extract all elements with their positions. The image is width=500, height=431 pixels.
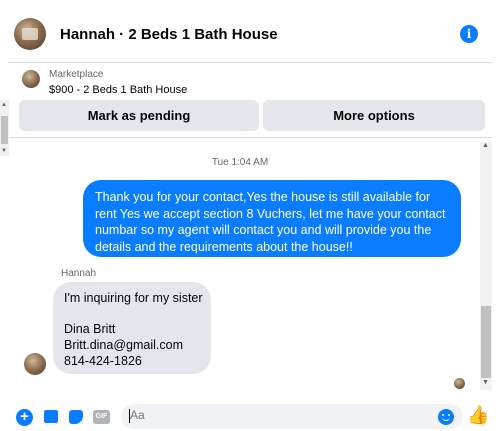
sender-avatar[interactable] [24,353,46,375]
message-line: Dina Britt [64,322,116,336]
page-scrollbar-thumb[interactable] [1,116,8,144]
scroll-up-arrow-icon[interactable]: ▲ [1,102,7,108]
message-scrollbar-thumb[interactable] [481,306,491,378]
info-icon[interactable]: i [460,25,478,43]
gif-icon[interactable]: GIF [93,410,110,424]
plus-icon[interactable]: + [16,409,33,426]
message-line: 814-424-1826 [64,354,142,368]
read-receipt-avatar [454,378,465,389]
mark-as-pending-button[interactable]: Mark as pending [19,100,259,131]
listing-thumbnail[interactable] [22,70,40,88]
conversation-title[interactable]: Hannah · 2 Beds 1 Bath House [60,26,278,43]
more-options-button[interactable]: More options [263,100,485,131]
scroll-down-arrow-icon[interactable]: ▼ [1,148,7,154]
marketplace-divider [8,137,492,138]
incoming-message-bubble[interactable]: I'm inquiring for my sister Dina Britt B… [53,282,211,374]
message-scroll-down-icon[interactable]: ▼ [482,379,489,386]
listing-title[interactable]: $900 - 2 Beds 1 Bath House [49,84,187,96]
message-line: I'm inquiring for my sister [64,291,203,305]
message-line: Britt.dina@gmail.com [64,338,183,352]
emoji-icon[interactable] [438,409,454,425]
message-input[interactable] [130,408,410,422]
message-scroll-up-icon[interactable]: ▲ [482,142,489,149]
sticker-icon[interactable] [69,410,83,424]
text-caret [129,409,130,423]
contact-avatar[interactable] [14,18,46,50]
outgoing-message-bubble[interactable]: Thank you for your contact,Yes the house… [83,180,461,257]
marketplace-label: Marketplace [49,69,104,80]
image-icon[interactable] [44,410,58,423]
header-divider [8,62,492,63]
message-timestamp: Tue 1:04 AM [211,157,269,168]
sender-name: Hannah [61,268,97,279]
thumbs-up-icon[interactable]: 👍 [467,405,489,426]
